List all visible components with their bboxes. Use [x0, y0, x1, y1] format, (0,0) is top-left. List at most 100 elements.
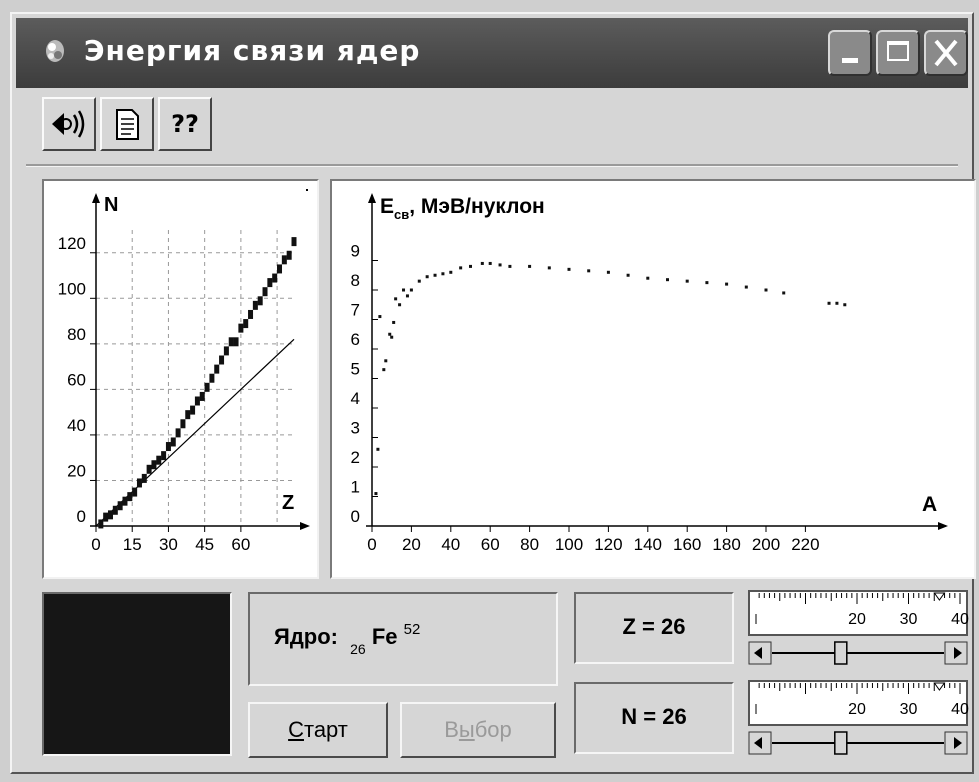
y-tick-label: 40 [67, 416, 86, 435]
binding-energy-point [459, 266, 463, 270]
z-value: Z = 26 [622, 614, 686, 639]
binding-energy-point [705, 281, 709, 285]
binding-energy-point [782, 291, 786, 295]
y-tick-label: 4 [351, 389, 360, 408]
x-tick-label: 40 [441, 535, 460, 554]
x-tick-label: 45 [195, 535, 214, 554]
stable-nucleus-point [112, 505, 118, 515]
binding-energy-point [398, 303, 402, 307]
stable-nucleus-point [107, 510, 113, 520]
y-tick-label: 120 [58, 234, 86, 253]
stable-nucleus-point [98, 519, 104, 529]
y-tick-label: 100 [58, 279, 86, 298]
n-value-box: N = 26 [574, 682, 734, 754]
start-button-label: Старт [288, 717, 348, 742]
close-button[interactable] [924, 30, 968, 76]
stable-nucleus-point [267, 278, 273, 288]
stable-nucleus-point [228, 337, 234, 347]
stable-nucleus-point [291, 237, 297, 247]
nz-chart: 0 20 40 60 80 100 120 0 15 30 45 60 N Z [58, 189, 310, 554]
select-button-label: Выбор [444, 717, 512, 742]
binding-energy-point [744, 285, 748, 289]
scale-label: 20 [848, 701, 866, 718]
x-tick-label: 120 [594, 535, 622, 554]
stable-nucleus-point [204, 382, 210, 392]
y-axis-arrow [92, 193, 100, 203]
x-tick-label: 20 [402, 535, 421, 554]
stable-nucleus-point [238, 323, 244, 333]
y-tick-label: 60 [67, 370, 86, 389]
title-bar[interactable]: Энергия связи ядер [16, 18, 968, 88]
binding-energy-point [469, 264, 472, 268]
binding-energy-point [384, 359, 388, 363]
help-icon: ?? [171, 110, 199, 138]
stable-nucleus-point [185, 410, 191, 420]
binding-energy-point [764, 288, 768, 292]
x-axis-arrow [938, 522, 948, 530]
scale-label: 30 [900, 611, 918, 628]
stable-nucleus-point [103, 512, 109, 522]
stable-nucleus-point [132, 487, 138, 497]
stable-nucleus-point [156, 455, 162, 465]
document-button[interactable] [100, 97, 154, 151]
binding-energy-point [685, 279, 689, 283]
nucleus-symbol: Fe [371, 624, 398, 649]
y-axis-label: Eсв, МэВ/нуклон [380, 195, 545, 222]
stable-nucleus-point [272, 273, 278, 283]
nucleus-z: 26 [350, 641, 366, 657]
binding-energy-point [843, 303, 847, 307]
slider-thumb [834, 731, 848, 755]
x-tick-label: 200 [752, 535, 780, 554]
stable-nucleus-point [248, 309, 254, 319]
n-slider[interactable]: 20 30 40 [748, 680, 970, 762]
sound-button[interactable] [42, 97, 96, 151]
y-tick-label: 0 [351, 507, 360, 526]
stable-nucleus-point [146, 464, 152, 474]
x-tick-label: 60 [231, 535, 250, 554]
y-tick-label: 6 [351, 330, 360, 349]
binding-energy-point [425, 275, 429, 279]
stable-nucleus-point [262, 287, 268, 297]
z-slider[interactable]: 20 30 40 [748, 590, 970, 672]
binding-energy-point [378, 315, 382, 319]
stable-nucleus-point [170, 437, 176, 447]
y-tick-label: 80 [67, 325, 86, 344]
minimize-button[interactable] [828, 30, 872, 76]
x-axis-label: A [922, 493, 937, 516]
stable-nucleus-point [136, 478, 142, 488]
binding-energy-point [725, 282, 729, 286]
binding-energy-point [480, 261, 484, 265]
nz-chart-panel: 0 20 40 60 80 100 120 0 15 30 45 60 N Z [42, 179, 319, 579]
toolbar: ?? [42, 97, 216, 153]
stable-nucleus-point [117, 501, 123, 511]
stable-nucleus-point [175, 428, 181, 438]
x-tick-label: 100 [555, 535, 583, 554]
y-axis-arrow [368, 193, 376, 203]
y-tick-label: 9 [351, 242, 360, 261]
select-button[interactable]: Выбор [400, 702, 556, 758]
x-tick-label: 0 [367, 535, 376, 554]
y-tick-label: 7 [351, 301, 360, 320]
maximize-button[interactable] [876, 30, 920, 76]
x-tick-label: 30 [159, 535, 178, 554]
x-tick-label: 80 [520, 535, 539, 554]
y-tick-label: 0 [77, 507, 86, 526]
n-value: N = 26 [621, 704, 687, 729]
stable-nucleus-point [180, 419, 186, 429]
binding-energy-point [409, 288, 413, 292]
y-tick-label: 8 [351, 271, 360, 290]
nucleus-a: 52 [403, 621, 421, 638]
binding-energy-point [508, 264, 512, 268]
stable-nucleus-point [243, 319, 249, 329]
y-axis-label: N [104, 194, 118, 216]
app-icon [46, 40, 64, 62]
stable-nucleus-point [252, 300, 258, 310]
x-tick-label: 60 [481, 535, 500, 554]
binding-energy-point [547, 266, 551, 270]
start-button[interactable]: Старт [248, 702, 388, 758]
help-button[interactable]: ?? [158, 97, 212, 151]
scale-label: 40 [951, 611, 969, 628]
z-value-box: Z = 26 [574, 592, 734, 664]
nucleus-label: Ядро: [274, 624, 338, 649]
stable-nucleus-point [257, 296, 263, 306]
